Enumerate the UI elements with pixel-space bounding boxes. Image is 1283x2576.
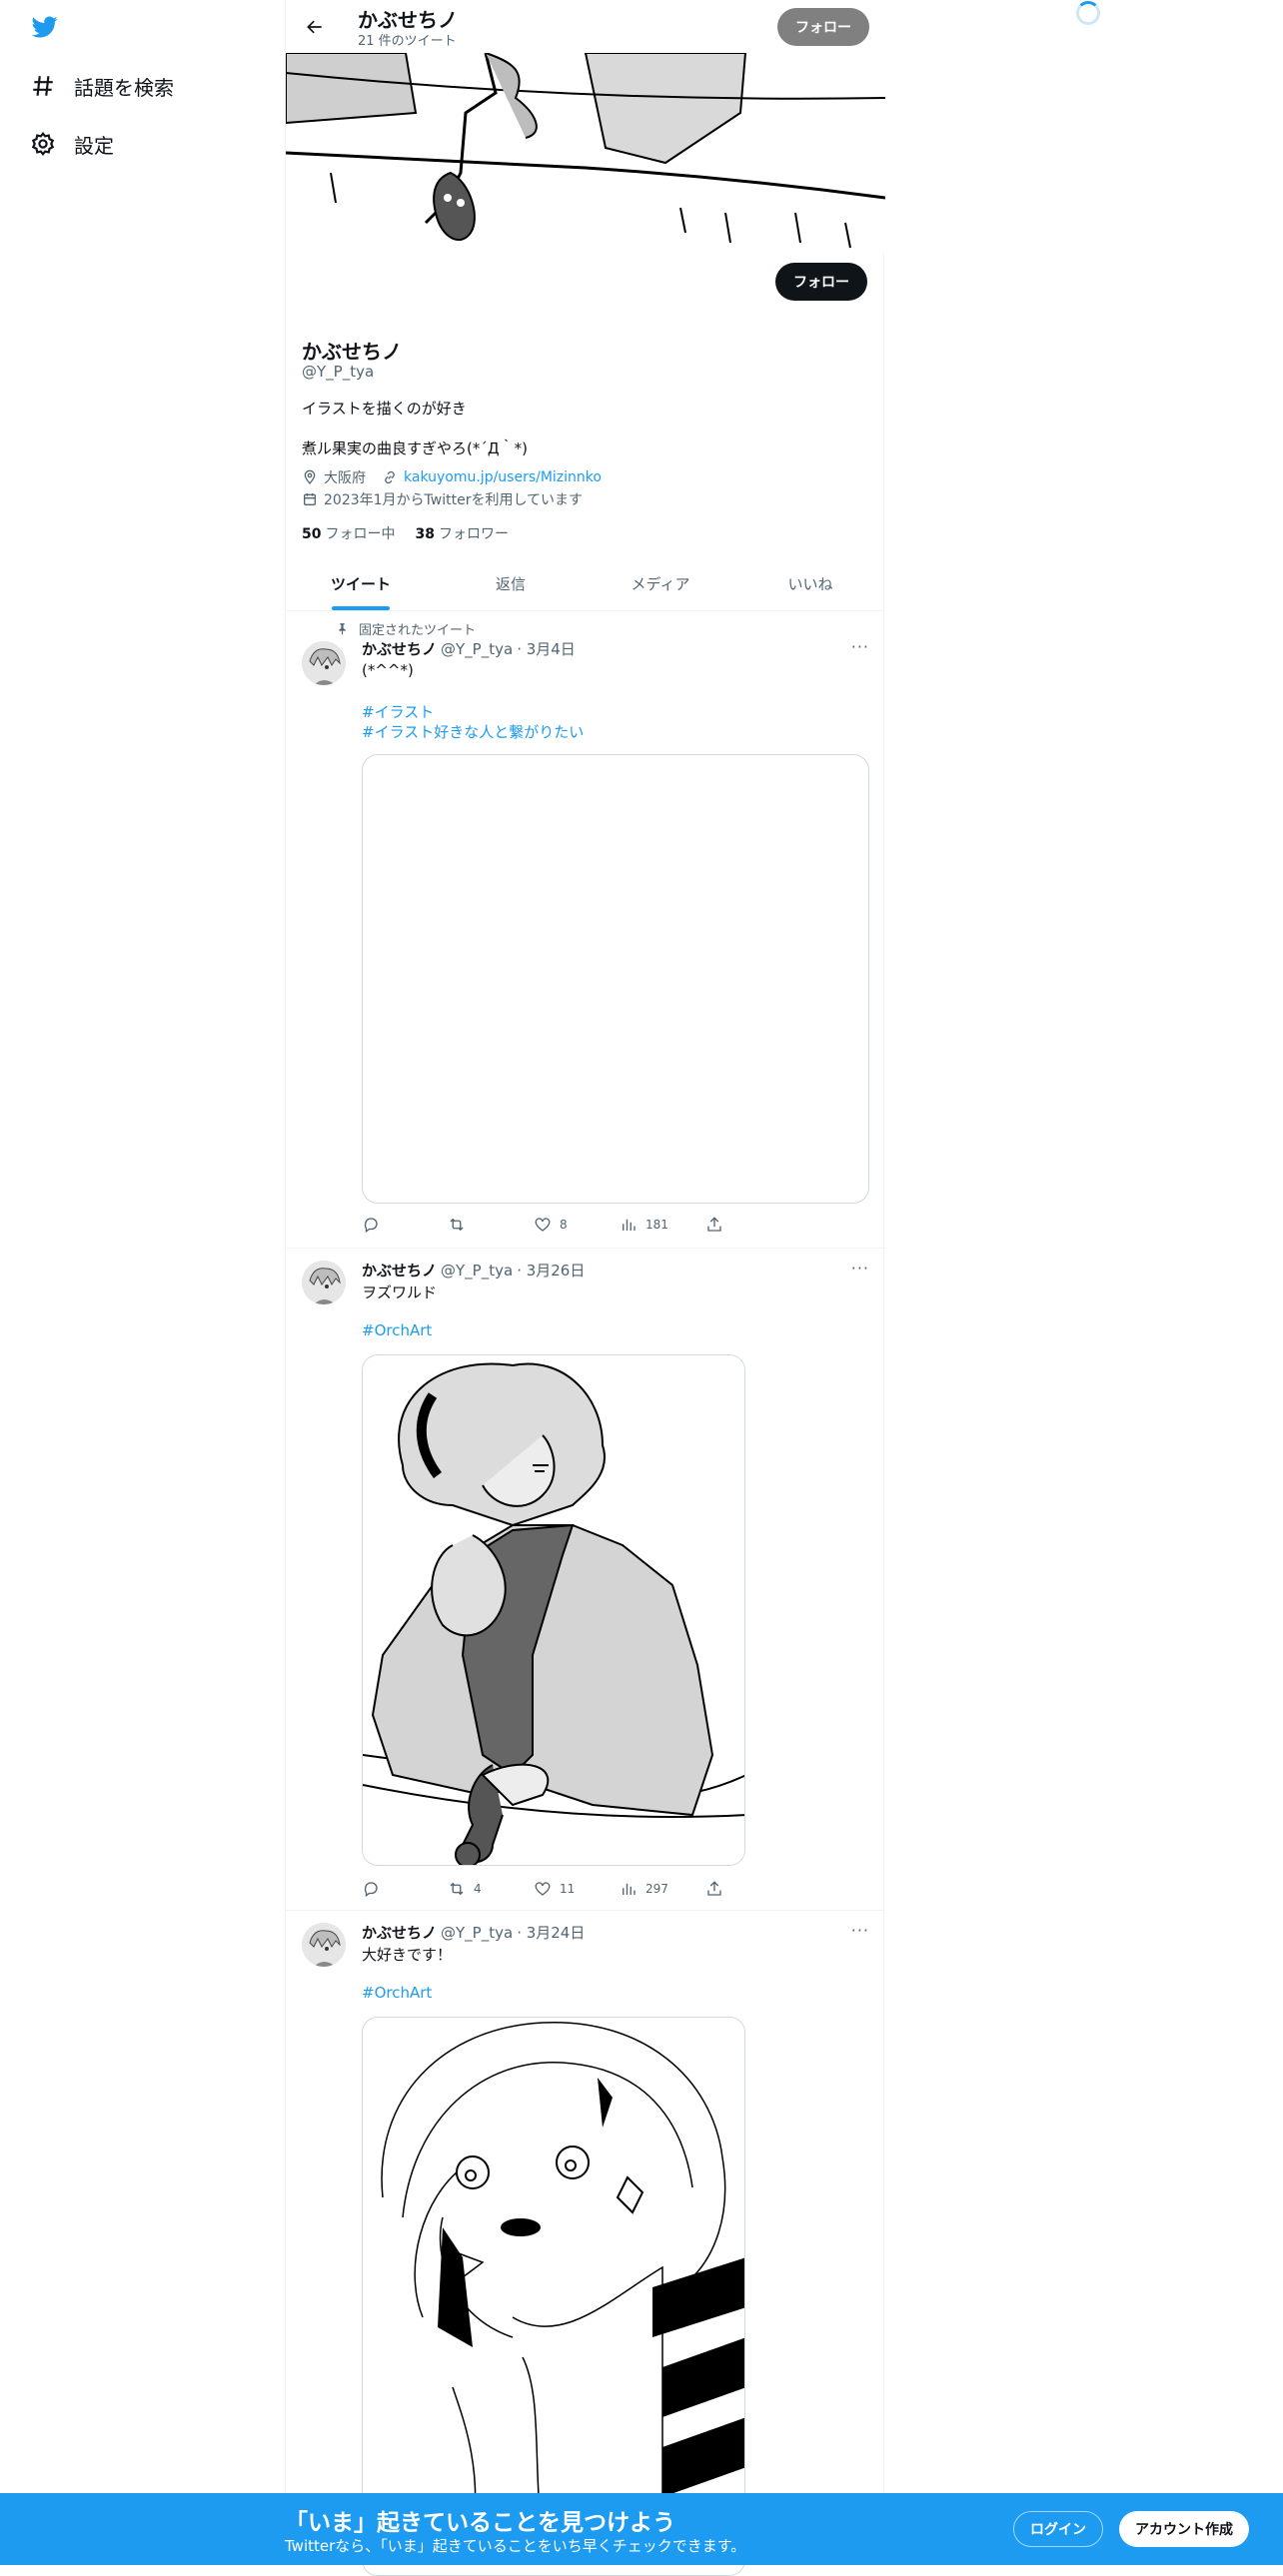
share-icon (707, 1881, 721, 1896)
header-name: かぶせちノ (358, 8, 458, 32)
tweet-item[interactable]: 固定されたツイート かぶせちノ @Y_P_tya · 3月4日 ··· (*^^… (286, 611, 885, 1249)
tweet-hashtag[interactable]: #イラスト好きな人と繋がりたい (362, 721, 584, 742)
tweet-date[interactable]: · 3月4日 (517, 638, 576, 659)
tab-replies[interactable]: 返信 (436, 557, 586, 610)
profile-link[interactable]: kakuyomu.jp/users/Mizinnko (404, 469, 602, 485)
back-arrow-icon (307, 20, 322, 34)
profile-header-bar: かぶせちノ 21 件のツイート フォロー (286, 0, 885, 53)
like-icon (535, 1218, 551, 1232)
tweet-author-name[interactable]: かぶせちノ (362, 1260, 437, 1281)
tweet-media[interactable] (362, 2017, 745, 2576)
signup-banner-title: 「いま」起きていることを見つけよう (285, 2510, 675, 2536)
following-link[interactable]: 50 フォロー中 (302, 523, 395, 543)
tweet-hashtag[interactable]: #OrchArt (362, 1321, 432, 1339)
tweet-date[interactable]: · 3月26日 (517, 1260, 585, 1281)
avatar[interactable] (302, 1923, 346, 1967)
profile-column: かぶせちノ 21 件のツイート フォロー フォロー かぶせちノ @Y_P_tya… (285, 0, 885, 2576)
tweet-header: かぶせちノ @Y_P_tya · 3月24日 (362, 1922, 585, 1943)
tweet-illustration (363, 1355, 744, 1865)
share-button[interactable] (705, 1214, 791, 1236)
like-button[interactable]: 8 (534, 1214, 620, 1236)
views-icon (623, 1883, 636, 1895)
profile-bio-line2: 煮ル果実の曲良すぎやろ(*´Д｀*) (302, 439, 528, 457)
views-icon (623, 1219, 636, 1231)
tweet-header: かぶせちノ @Y_P_tya · 3月26日 (362, 1260, 585, 1281)
profile-joined: 2023年1月からTwitterを利用しています (324, 492, 584, 508)
share-button[interactable] (705, 1878, 791, 1900)
calendar-icon (304, 493, 316, 505)
pinned-label: 固定されたツイート (336, 619, 476, 638)
hashtag-icon (33, 76, 53, 96)
reply-icon (364, 1218, 378, 1234)
profile-meta-row: 大阪府 kakuyomu.jp/users/Mizinnko (302, 467, 602, 487)
tweet-author-handle[interactable]: @Y_P_tya (441, 640, 513, 658)
reply-button[interactable] (362, 1878, 448, 1900)
profile-tabs: ツイート 返信 メディア いいね (286, 557, 885, 611)
tweet-hashtag[interactable]: #OrchArt (362, 1984, 432, 2002)
more-icon[interactable]: ··· (851, 1921, 869, 1940)
tweet-actions: 8 181 (362, 1214, 791, 1236)
nav-explore[interactable]: 話題を検索 (30, 66, 174, 106)
signup-button[interactable]: アカウント作成 (1119, 2511, 1249, 2547)
profile-handle: @Y_P_tya (302, 363, 375, 381)
banner-illustration (286, 53, 885, 253)
retweet-button[interactable] (448, 1214, 534, 1236)
gear-icon (31, 131, 55, 157)
tweet-author-handle[interactable]: @Y_P_tya (441, 1262, 513, 1280)
profile-bio-line1: イラストを描くのが好き (302, 400, 467, 418)
tweet-actions: 4 11 297 (362, 1878, 791, 1900)
views-button[interactable]: 181 (620, 1214, 705, 1236)
loading-spinner (1076, 1, 1100, 25)
tweet-media[interactable] (362, 754, 869, 1204)
views-button[interactable]: 297 (620, 1878, 705, 1900)
tab-media[interactable]: メディア (586, 557, 735, 610)
tweet-item[interactable]: かぶせちノ @Y_P_tya · 3月24日 ··· 大好きです！ #OrchA… (286, 1911, 885, 2576)
share-icon (707, 1217, 721, 1232)
profile-location: 大阪府 (324, 470, 366, 486)
link-icon (385, 470, 395, 484)
back-button[interactable] (300, 12, 330, 42)
tab-likes[interactable]: いいね (735, 557, 885, 610)
tweet-text: (*^^*) (362, 661, 414, 679)
profile-banner[interactable] (286, 53, 885, 253)
tweet-text: 大好きです！ (362, 1946, 453, 1964)
avatar[interactable] (302, 641, 346, 685)
tab-tweets[interactable]: ツイート (286, 557, 436, 610)
tweet-header: かぶせちノ @Y_P_tya · 3月4日 (362, 638, 576, 659)
pin-icon (339, 623, 346, 635)
header-follow-button[interactable]: フォロー (777, 8, 869, 46)
login-button[interactable]: ログイン (1013, 2511, 1103, 2547)
followers-link[interactable]: 38 フォロワー (415, 523, 508, 543)
like-icon (535, 1882, 551, 1896)
profile-follow-stats: 50 フォロー中 38 フォロワー (302, 523, 509, 543)
tweet-hashtag[interactable]: #イラスト (362, 701, 434, 722)
profile-name: かぶせちノ (302, 340, 402, 364)
profile-joined-row: 2023年1月からTwitterを利用しています (302, 489, 583, 509)
tweet-author-name[interactable]: かぶせちノ (362, 638, 437, 659)
nav-explore-label: 話題を検索 (74, 75, 174, 100)
signup-banner-subtitle: Twitterなら、「いま」起きていることをいち早くチェックできます。 (285, 2537, 746, 2555)
retweet-icon (450, 1218, 464, 1232)
more-icon[interactable]: ··· (851, 637, 869, 656)
retweet-button[interactable]: 4 (448, 1878, 534, 1900)
signup-banner: 「いま」起きていることを見つけよう Twitterなら、「いま」起きていることを… (0, 2493, 1283, 2565)
like-button[interactable]: 11 (534, 1878, 620, 1900)
tweet-author-name[interactable]: かぶせちノ (362, 1922, 437, 1943)
avatar[interactable] (302, 1261, 346, 1304)
tweet-item[interactable]: かぶせちノ @Y_P_tya · 3月26日 ··· ヲズワルド #OrchAr… (286, 1249, 885, 1911)
more-icon[interactable]: ··· (851, 1259, 869, 1278)
twitter-bird-icon[interactable] (30, 14, 60, 40)
tweet-date[interactable]: · 3月24日 (517, 1922, 585, 1943)
profile-follow-button[interactable]: フォロー (775, 263, 867, 301)
tweet-author-handle[interactable]: @Y_P_tya (441, 1924, 513, 1942)
reply-button[interactable] (362, 1214, 448, 1236)
reply-icon (364, 1882, 378, 1898)
retweet-icon (450, 1882, 464, 1896)
nav-settings-label: 設定 (74, 133, 114, 158)
tweet-media[interactable] (362, 1354, 745, 1866)
nav-settings[interactable]: 設定 (30, 124, 114, 164)
header-tweet-count: 21 件のツイート (358, 34, 457, 49)
location-icon (304, 469, 316, 485)
tweet-text: ヲズワルド (362, 1284, 438, 1301)
